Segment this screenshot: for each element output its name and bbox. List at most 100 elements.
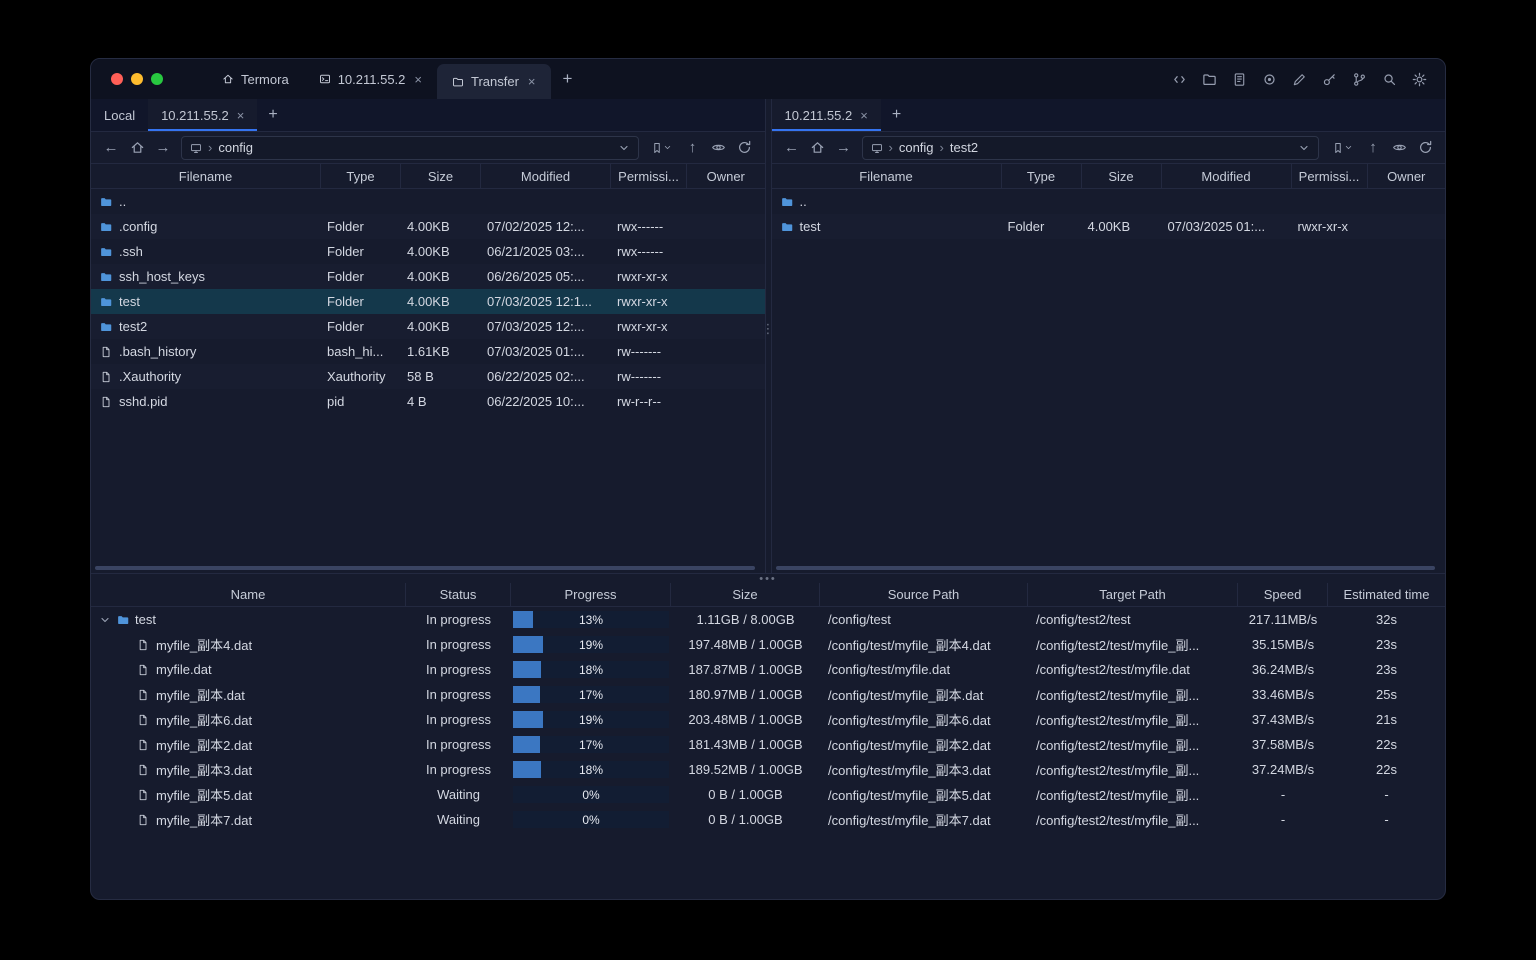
- transfer-row[interactable]: myfile_副本7.dat Waiting 0% 0 B / 1.00GB /…: [91, 807, 1445, 832]
- path-field[interactable]: › config › test2: [861, 135, 1319, 160]
- close-window-button[interactable]: [111, 73, 123, 85]
- column-header-owner[interactable]: Owner: [687, 164, 765, 188]
- breadcrumb-segment[interactable]: config: [899, 140, 934, 155]
- file-row[interactable]: ..: [772, 189, 1446, 214]
- transfer-row[interactable]: myfile.dat In progress 18% 187.87MB / 1.…: [91, 657, 1445, 682]
- progress-cell: 13%: [511, 611, 671, 628]
- close-tab-icon[interactable]: ×: [528, 74, 536, 89]
- tab-termora[interactable]: Termora: [207, 59, 304, 99]
- column-header-status[interactable]: Status: [406, 583, 511, 606]
- column-header-size[interactable]: Size: [401, 164, 481, 188]
- column-header-modified[interactable]: Modified: [481, 164, 611, 188]
- file-row-selected[interactable]: test Folder 4.00KB 07/03/2025 12:1... rwxr-…: [91, 289, 765, 314]
- column-header-progress[interactable]: Progress: [511, 583, 671, 606]
- breadcrumb-segment[interactable]: test2: [950, 140, 978, 155]
- horizontal-scrollbar[interactable]: [775, 566, 1435, 570]
- record-icon[interactable]: [1262, 72, 1277, 87]
- back-button[interactable]: ←: [99, 136, 123, 160]
- column-header-size[interactable]: Size: [1082, 164, 1162, 188]
- new-tab-button[interactable]: +: [551, 59, 585, 99]
- column-header-filename[interactable]: Filename: [772, 164, 1002, 188]
- file-row[interactable]: ssh_host_keys Folder 4.00KB 06/26/2025 05:…: [91, 264, 765, 289]
- file-row[interactable]: .bash_history bash_hi... 1.61KB 07/03/2025…: [91, 339, 765, 364]
- chevron-down-icon[interactable]: [618, 142, 630, 154]
- column-header-permissions[interactable]: Permissi...: [611, 164, 687, 188]
- column-header-type[interactable]: Type: [1002, 164, 1082, 188]
- new-pane-tab-button[interactable]: +: [257, 99, 288, 131]
- code-icon[interactable]: [1172, 72, 1187, 87]
- transfer-row[interactable]: myfile_副本4.dat In progress 19% 197.48MB …: [91, 632, 1445, 657]
- column-header-filename[interactable]: Filename: [91, 164, 321, 188]
- tab-remote-host[interactable]: 10.211.55.2 ×: [148, 99, 258, 131]
- column-header-estimated-time[interactable]: Estimated time: [1328, 583, 1445, 606]
- parent-dir-button[interactable]: ↑: [1361, 136, 1385, 160]
- file-row[interactable]: test2 Folder 4.00KB 07/03/2025 12:... rwxr-…: [91, 314, 765, 339]
- file-row[interactable]: .config Folder 4.00KB 07/02/2025 12:... rwx…: [91, 214, 765, 239]
- settings-icon[interactable]: [1412, 72, 1427, 87]
- notebook-icon[interactable]: [1232, 72, 1247, 87]
- titlebar: Termora 10.211.55.2 × Transfer × +: [91, 59, 1445, 99]
- horizontal-scrollbar[interactable]: [95, 566, 755, 570]
- transfer-row[interactable]: myfile_副本5.dat Waiting 0% 0 B / 1.00GB /…: [91, 782, 1445, 807]
- file-row[interactable]: sshd.pid pid 4 B 06/22/2025 10:... rw-r--r-…: [91, 389, 765, 414]
- show-hidden-button[interactable]: [707, 136, 731, 160]
- close-tab-icon[interactable]: ×: [237, 108, 245, 123]
- breadcrumb-segment[interactable]: config: [218, 140, 253, 155]
- close-tab-icon[interactable]: ×: [860, 108, 868, 123]
- edit-icon[interactable]: [1292, 72, 1307, 87]
- permissions-cell: rwx------: [617, 244, 664, 259]
- transfer-row[interactable]: myfile_副本6.dat In progress 19% 203.48MB …: [91, 707, 1445, 732]
- key-icon[interactable]: [1322, 72, 1337, 87]
- column-header-modified[interactable]: Modified: [1162, 164, 1292, 188]
- home-button[interactable]: [125, 136, 149, 160]
- forward-button[interactable]: →: [832, 136, 856, 160]
- folder-icon: [100, 221, 112, 233]
- refresh-button[interactable]: [1413, 136, 1437, 160]
- column-header-owner[interactable]: Owner: [1368, 164, 1446, 188]
- bookmarks-button[interactable]: [645, 136, 679, 160]
- minimize-window-button[interactable]: [131, 73, 143, 85]
- tab-transfer[interactable]: Transfer ×: [437, 64, 551, 99]
- transfer-row[interactable]: test In progress 13% 1.11GB / 8.00GB /co…: [91, 607, 1445, 632]
- refresh-button[interactable]: [733, 136, 757, 160]
- zoom-window-button[interactable]: [151, 73, 163, 85]
- tab-host[interactable]: 10.211.55.2 ×: [304, 59, 437, 99]
- path-field[interactable]: › config: [181, 135, 639, 160]
- forward-button[interactable]: →: [151, 136, 175, 160]
- eta-cell: 25s: [1376, 687, 1397, 702]
- modified-cell: 06/21/2025 03:...: [487, 244, 585, 259]
- folder-icon[interactable]: [1202, 72, 1217, 87]
- back-button[interactable]: ←: [780, 136, 804, 160]
- close-tab-icon[interactable]: ×: [414, 72, 422, 87]
- file-row[interactable]: .Xauthority Xauthority 58 B 06/22/2025 02:…: [91, 364, 765, 389]
- tab-local[interactable]: Local: [91, 99, 148, 131]
- file-row[interactable]: .ssh Folder 4.00KB 06/21/2025 03:... rwx---…: [91, 239, 765, 264]
- collapse-chevron-icon[interactable]: [99, 614, 111, 626]
- horizontal-splitter[interactable]: •••: [91, 573, 1445, 584]
- transfer-row[interactable]: myfile_副本3.dat In progress 18% 189.52MB …: [91, 757, 1445, 782]
- column-header-type[interactable]: Type: [321, 164, 401, 188]
- parent-dir-button[interactable]: ↑: [681, 136, 705, 160]
- column-header-speed[interactable]: Speed: [1238, 583, 1328, 606]
- size-cell: 4.00KB: [1087, 219, 1131, 234]
- file-row[interactable]: ..: [91, 189, 765, 214]
- column-header-target-path[interactable]: Target Path: [1028, 583, 1238, 606]
- transfer-row[interactable]: myfile_副本.dat In progress 17% 180.97MB /…: [91, 682, 1445, 707]
- search-icon[interactable]: [1382, 72, 1397, 87]
- transfer-row[interactable]: myfile_副本2.dat In progress 17% 181.43MB …: [91, 732, 1445, 757]
- column-header-source-path[interactable]: Source Path: [820, 583, 1028, 606]
- column-header-name[interactable]: Name: [91, 583, 406, 606]
- home-button[interactable]: [806, 136, 830, 160]
- vertical-splitter[interactable]: ⋮: [762, 99, 775, 573]
- column-header-size[interactable]: Size: [671, 583, 820, 606]
- new-pane-tab-button[interactable]: +: [881, 99, 912, 131]
- chevron-down-icon[interactable]: [1298, 142, 1310, 154]
- tab-remote-host[interactable]: 10.211.55.2 ×: [771, 99, 881, 131]
- speed-cell: 35.15MB/s: [1251, 637, 1315, 652]
- folder-icon: [100, 196, 112, 208]
- file-row[interactable]: test Folder 4.00KB 07/03/2025 01:... rwxr-x…: [771, 214, 1445, 239]
- show-hidden-button[interactable]: [1387, 136, 1411, 160]
- branch-icon[interactable]: [1352, 72, 1367, 87]
- bookmarks-button[interactable]: [1325, 136, 1359, 160]
- column-header-permissions[interactable]: Permissi...: [1292, 164, 1368, 188]
